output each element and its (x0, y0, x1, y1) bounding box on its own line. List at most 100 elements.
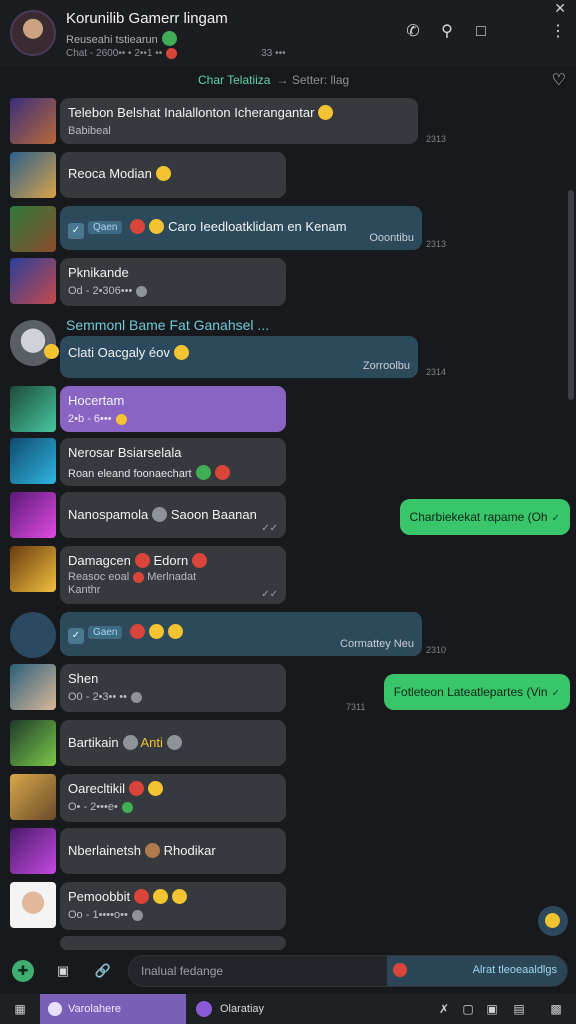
window-icon[interactable]: ▢ (460, 1001, 476, 1017)
avatar[interactable] (10, 258, 56, 304)
avatar[interactable] (10, 438, 56, 484)
avatar[interactable] (10, 774, 56, 820)
tool-icon[interactable]: ✗ (436, 1001, 452, 1017)
read-receipt-icon: ✓ (551, 513, 560, 524)
check-icon: ✓ (68, 628, 84, 644)
target-icon (122, 735, 138, 750)
phone-icon[interactable]: ✆ (403, 22, 423, 42)
avatar[interactable] (10, 720, 56, 766)
attach-icon[interactable]: 🔗 (92, 960, 114, 982)
camera-icon[interactable]: ▣ (52, 960, 74, 982)
add-icon[interactable]: ✚ (12, 960, 34, 982)
read-receipt-icon: ✓✓ (261, 523, 278, 534)
message-bubble-partial[interactable] (60, 936, 286, 950)
input-action-area[interactable]: Alrat tleoeaaldlgs (387, 956, 567, 986)
avatar[interactable] (10, 152, 56, 198)
avatar[interactable] (10, 546, 56, 592)
emoji-picker-icon[interactable] (393, 963, 407, 977)
notification-icon[interactable]: ▩ (548, 1001, 564, 1017)
square-icon[interactable]: □ (471, 22, 491, 42)
message-bubble[interactable]: ✓ Gaen Cormattey Neu (60, 612, 422, 656)
avatar[interactable] (10, 386, 56, 432)
sent-message[interactable]: Fotleteon Lateatlepartes (Vin ✓ (383, 674, 570, 710)
smile-icon (168, 624, 184, 639)
chat-subtitle: Reuseahi tstiearun (66, 31, 177, 46)
avatar[interactable] (10, 492, 56, 538)
heart-emoji-icon (129, 781, 145, 796)
smile-icon (172, 889, 188, 904)
check-icon: ✓ (68, 223, 84, 239)
app-icon[interactable] (196, 1001, 212, 1017)
search-icon[interactable]: ⚲ (437, 22, 457, 42)
read-receipt-icon: ✓ (551, 688, 560, 699)
message-bubble[interactable]: Clati Oacgaly éov Zorroolbu (60, 336, 418, 378)
avatar[interactable] (10, 98, 56, 144)
clover-icon (161, 31, 177, 46)
smile-icon (149, 219, 165, 234)
app-icon (48, 1002, 62, 1016)
taskbar-item[interactable]: Olaratiay (220, 994, 264, 1024)
heart-icon[interactable]: ♡ (552, 70, 566, 90)
chat-meta: Chat - 2600•• • 2••1 •• 33 ••• (66, 48, 286, 59)
avatar[interactable] (10, 882, 56, 928)
message-bubble[interactable]: Nanospamola Saoon Baanan ✓✓ (60, 492, 286, 538)
timestamp: 2313 (426, 134, 447, 144)
clover-icon (195, 465, 211, 480)
taskbar-item-active[interactable]: Varolahere (40, 994, 186, 1024)
sent-message[interactable]: Charbiekekat rapame (Oh ✓ (399, 499, 570, 535)
more-icon[interactable]: ⋮ (548, 22, 568, 42)
status-icon (131, 910, 143, 921)
scrollbar[interactable] (568, 190, 574, 400)
group-avatar[interactable] (10, 10, 56, 56)
message-bubble[interactable]: Oarecltikil O• - 2•••e• (60, 774, 286, 822)
message-bubble[interactable]: Pknikande Od - 2•306••• (60, 258, 286, 306)
message-bubble[interactable]: Damagcen Edorn Reasoc eoal Merlnadat Kan… (60, 546, 286, 604)
message-bubble[interactable]: Hocertam 2•b - 6••• (60, 386, 286, 432)
target-icon (130, 624, 146, 639)
taskbar: ▦ Varolahere Olaratiay ✗ ▢ ▣ ▤ ▩ (0, 994, 576, 1024)
heart-emoji-icon (134, 553, 150, 568)
settings-icon[interactable]: ▣ (484, 1001, 500, 1017)
star-icon (149, 624, 165, 639)
message-input[interactable]: Inalual fedange Alrat tleoeaaldlgs (128, 955, 568, 987)
message-bubble[interactable]: Bartikain Anti (60, 720, 286, 766)
message-bubble[interactable]: ✓ Qaen Caro Ieedloatklidam en Kenam Ooont… (60, 206, 422, 250)
timestamp: 2314 (426, 367, 447, 377)
read-receipt-icon: ✓✓ (261, 589, 278, 600)
avatar[interactable] (10, 206, 56, 252)
smile-icon (318, 105, 334, 120)
display-icon[interactable]: ▤ (508, 1001, 530, 1017)
angry-icon (214, 465, 230, 480)
status-icon (131, 692, 142, 703)
emoji-reaction-icon[interactable] (538, 906, 568, 936)
message-bubble[interactable]: Shen O0 - 2•3•• •• (60, 664, 286, 712)
message-bubble[interactable]: Nerosar Bsiarselala Roan eleand foonaech… (60, 438, 286, 486)
avatar[interactable] (10, 664, 56, 710)
avatar[interactable] (10, 612, 56, 658)
message-bubble[interactable]: Reoca Modian (60, 152, 286, 198)
smile-icon (148, 781, 164, 796)
timestamp: 2313 (426, 239, 447, 249)
message-bubble[interactable]: Telebon Belshat Inalallonton Icherangant… (60, 98, 418, 144)
message-bubble[interactable]: Pemoobbit Oo - 1••••o•• (60, 882, 286, 930)
close-icon[interactable]: ✕ (554, 0, 566, 17)
section-title: Semmonl Bame Fat Ganahsel ... (66, 317, 270, 333)
chat-header: Korunilib Gamerr lingam Reuseahi tstiear… (0, 0, 576, 66)
composer-bar: ✚ ▣ 🔗 Inalual fedange Alrat tleoeaaldlgs (0, 950, 576, 992)
fire-icon (166, 48, 178, 59)
avatar[interactable] (10, 320, 56, 366)
avatar[interactable] (10, 828, 56, 874)
smile-icon (44, 344, 59, 359)
heart-emoji-icon (192, 553, 208, 568)
smile-icon (173, 345, 189, 360)
angry-icon (130, 219, 146, 234)
heart-emoji-icon (134, 889, 150, 904)
star-icon (153, 889, 169, 904)
chat-context-label: Char Telatiiza → Setter: llag (198, 73, 350, 87)
start-icon[interactable]: ▦ (12, 1001, 28, 1017)
message-bubble[interactable]: Nberlainetsh Rhodikar (60, 828, 286, 874)
chat-title[interactable]: Korunilib Gamerr lingam (66, 10, 228, 27)
helmet-icon (166, 735, 182, 750)
status-icon (136, 286, 148, 297)
angry-icon (133, 572, 145, 583)
